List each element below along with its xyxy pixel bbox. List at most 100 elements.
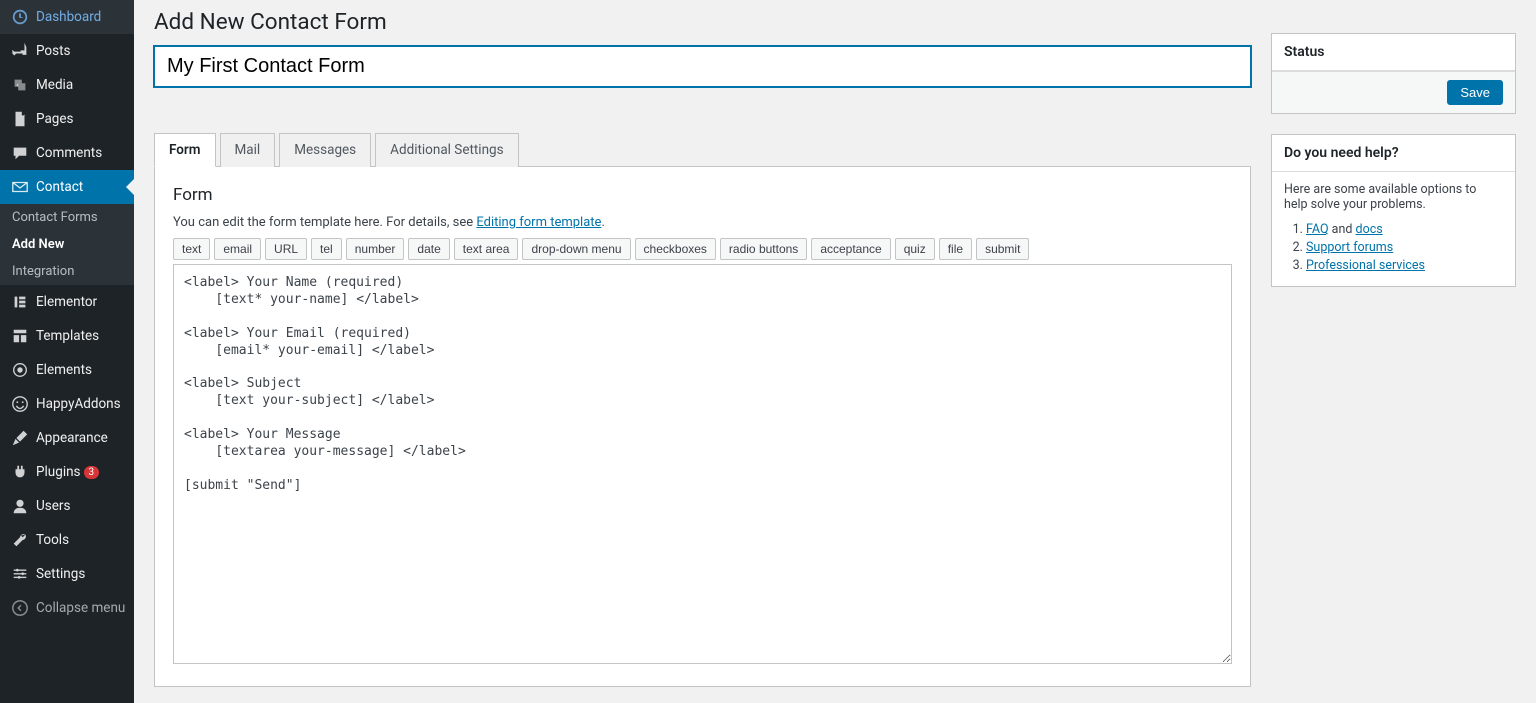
pin-icon: [10, 41, 30, 61]
tag-generator-buttons: text email URL tel number date text area…: [173, 238, 1232, 260]
right-sidebar: Status Save Do you need help? Here are s…: [1271, 0, 1516, 683]
sidebar-label: Elementor: [36, 294, 97, 310]
help-postbox-header: Do you need help?: [1272, 135, 1515, 172]
comment-icon: [10, 143, 30, 163]
support-forums-link[interactable]: Support forums: [1306, 240, 1393, 255]
happy-icon: [10, 394, 30, 414]
status-title: Status: [1284, 44, 1503, 60]
sidebar-item-media[interactable]: Media: [0, 68, 134, 102]
sidebar-label: HappyAddons: [36, 396, 121, 412]
sidebar-item-dashboard[interactable]: Dashboard: [0, 0, 134, 34]
editing-form-template-link[interactable]: Editing form template: [476, 215, 601, 230]
form-section-heading: Form: [173, 185, 1232, 205]
sidebar-label: Posts: [36, 43, 70, 59]
plugins-badge: 3: [84, 466, 100, 479]
help-title: Do you need help?: [1284, 145, 1503, 161]
sidebar-label: Appearance: [36, 430, 108, 446]
tag-btn-date[interactable]: date: [408, 238, 449, 260]
status-postbox-header: Status: [1272, 34, 1515, 71]
tag-btn-email[interactable]: email: [214, 238, 261, 260]
sidebar-item-contact[interactable]: Contact: [0, 170, 134, 204]
sidebar-label: Settings: [36, 566, 85, 582]
sidebar-label: Collapse menu: [36, 600, 125, 616]
help-item-faq: FAQ and docs: [1306, 222, 1503, 237]
sidebar-subitems-contact: Contact Forms Add New Integration: [0, 204, 134, 285]
tag-btn-dropdown[interactable]: drop-down menu: [522, 238, 630, 260]
admin-sidebar: Dashboard Posts Media Pages Comments Con…: [0, 0, 134, 703]
user-icon: [10, 496, 30, 516]
sidebar-item-elements[interactable]: Elements: [0, 353, 134, 387]
sidebar-subitem-contact-forms[interactable]: Contact Forms: [0, 204, 134, 231]
sidebar-label: Plugins: [36, 464, 81, 480]
tag-btn-text[interactable]: text: [173, 238, 210, 260]
mail-icon: [10, 177, 30, 197]
help-list: FAQ and docs Support forums Professional…: [1284, 222, 1503, 273]
sidebar-label: Users: [36, 498, 70, 514]
sidebar-subitem-integration[interactable]: Integration: [0, 258, 134, 285]
sidebar-item-settings[interactable]: Settings: [0, 557, 134, 591]
sidebar-label: Templates: [36, 328, 99, 344]
sidebar-label: Media: [36, 77, 73, 93]
sidebar-item-plugins[interactable]: Plugins3: [0, 455, 134, 489]
templates-icon: [10, 326, 30, 346]
sidebar-subitem-add-new[interactable]: Add New: [0, 231, 134, 258]
professional-services-link[interactable]: Professional services: [1306, 258, 1425, 273]
editor-tabs: Form Mail Messages Additional Settings: [154, 132, 1251, 167]
elements-icon: [10, 360, 30, 380]
brush-icon: [10, 428, 30, 448]
sidebar-item-posts[interactable]: Posts: [0, 34, 134, 68]
help-intro: Here are some available options to help …: [1284, 182, 1503, 212]
tab-messages[interactable]: Messages: [279, 133, 371, 167]
tag-btn-textarea[interactable]: text area: [454, 238, 519, 260]
tag-btn-number[interactable]: number: [346, 238, 405, 260]
faq-link[interactable]: FAQ: [1306, 222, 1329, 237]
form-template-textarea[interactable]: [173, 264, 1232, 664]
tab-mail[interactable]: Mail: [220, 133, 276, 167]
status-postbox-footer: Save: [1272, 71, 1515, 113]
tag-btn-file[interactable]: file: [939, 238, 972, 260]
tag-btn-url[interactable]: URL: [265, 238, 307, 260]
elementor-icon: [10, 292, 30, 312]
sidebar-item-comments[interactable]: Comments: [0, 136, 134, 170]
sidebar-item-users[interactable]: Users: [0, 489, 134, 523]
help-postbox-body: Here are some available options to help …: [1272, 172, 1515, 286]
collapse-icon: [10, 598, 30, 618]
tab-additional-settings[interactable]: Additional Settings: [375, 133, 518, 167]
save-button[interactable]: Save: [1447, 80, 1503, 105]
help-text-suffix: .: [601, 215, 604, 230]
help-postbox: Do you need help? Here are some availabl…: [1271, 134, 1516, 287]
sidebar-item-tools[interactable]: Tools: [0, 523, 134, 557]
tab-form[interactable]: Form: [154, 133, 216, 167]
sidebar-label: Dashboard: [36, 9, 101, 25]
and-text: and: [1329, 222, 1356, 237]
sidebar-label: Tools: [36, 532, 69, 548]
tag-btn-tel[interactable]: tel: [311, 238, 342, 260]
tag-btn-radio[interactable]: radio buttons: [720, 238, 807, 260]
content-wrap: Add New Contact Form Form Mail Messages …: [134, 0, 1536, 703]
tag-btn-submit[interactable]: submit: [976, 238, 1029, 260]
wrench-icon: [10, 530, 30, 550]
main-column: Add New Contact Form Form Mail Messages …: [154, 0, 1251, 683]
status-postbox: Status Save: [1271, 33, 1516, 114]
sidebar-item-happyaddons[interactable]: HappyAddons: [0, 387, 134, 421]
dashboard-icon: [10, 7, 30, 27]
docs-link[interactable]: docs: [1356, 222, 1383, 237]
sidebar-item-elementor[interactable]: Elementor: [0, 285, 134, 319]
tag-btn-quiz[interactable]: quiz: [895, 238, 935, 260]
tag-btn-acceptance[interactable]: acceptance: [811, 238, 890, 260]
media-icon: [10, 75, 30, 95]
plug-icon: [10, 462, 30, 482]
page-icon: [10, 109, 30, 129]
form-title-input[interactable]: [154, 46, 1251, 87]
form-help-text: You can edit the form template here. For…: [173, 215, 1232, 230]
sidebar-item-appearance[interactable]: Appearance: [0, 421, 134, 455]
tag-btn-checkboxes[interactable]: checkboxes: [635, 238, 716, 260]
sidebar-item-pages[interactable]: Pages: [0, 102, 134, 136]
help-item-forums: Support forums: [1306, 240, 1503, 255]
sidebar-label: Pages: [36, 111, 74, 127]
form-panel: Form You can edit the form template here…: [154, 167, 1251, 687]
help-item-services: Professional services: [1306, 258, 1503, 273]
settings-icon: [10, 564, 30, 584]
sidebar-item-templates[interactable]: Templates: [0, 319, 134, 353]
sidebar-item-collapse[interactable]: Collapse menu: [0, 591, 134, 625]
